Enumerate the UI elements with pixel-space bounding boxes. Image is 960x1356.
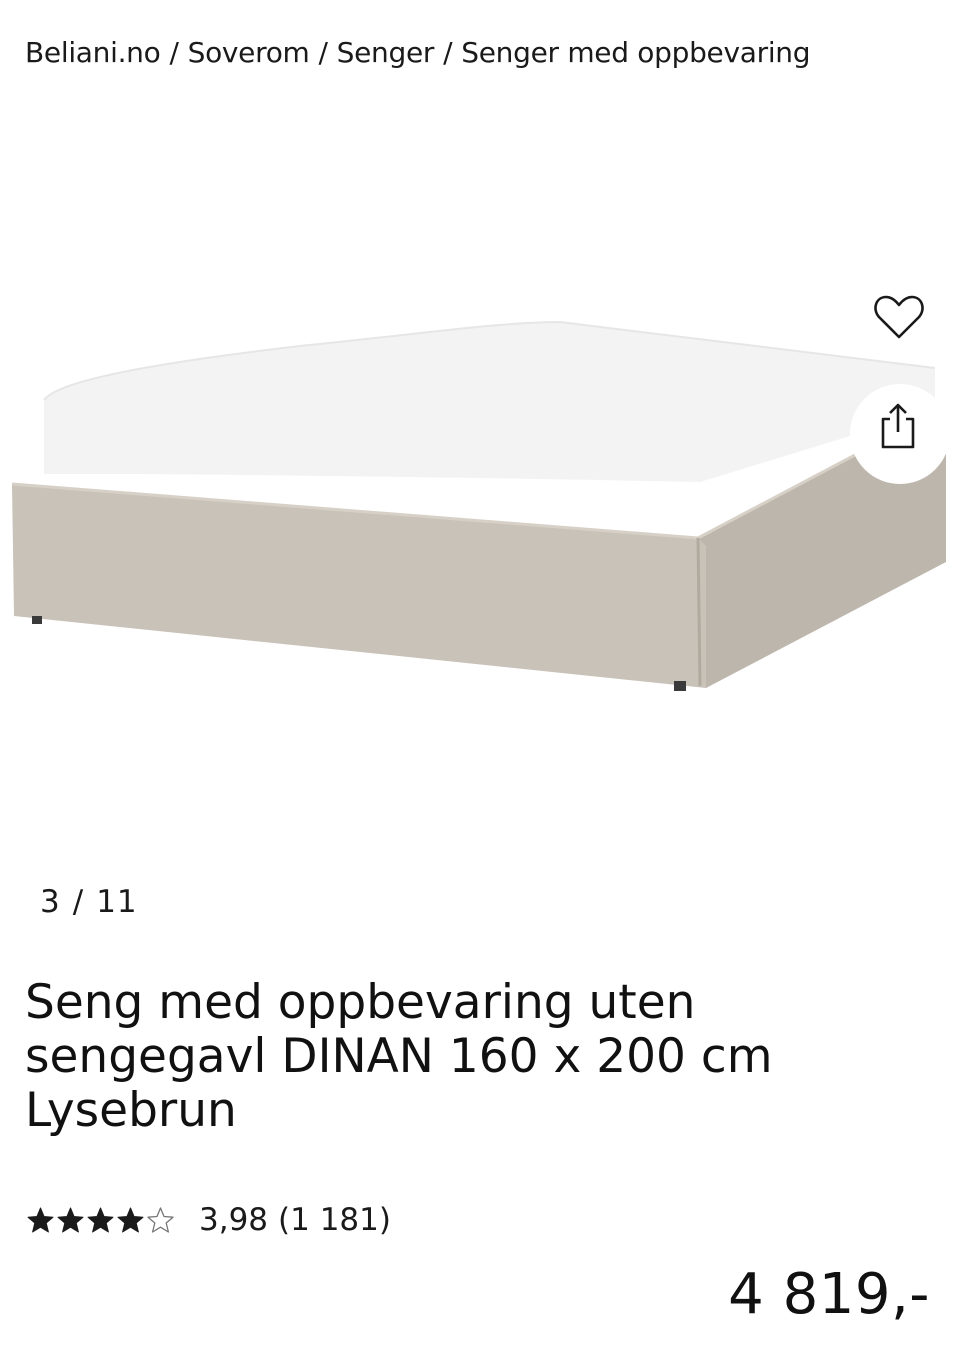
image-counter-total: 11 [96,884,138,920]
rating-count: (1 181) [278,1202,391,1238]
rating-stars [26,1206,175,1235]
breadcrumb-separator: / [318,36,328,69]
share-icon [881,403,915,449]
star-filled-icon [117,1207,144,1232]
star-filled-icon [87,1207,114,1232]
product-title: Seng med oppbevaring uten sengegavl DINA… [25,975,773,1138]
rating-value: 3,98 [199,1202,269,1238]
image-counter-separator: / [72,884,85,920]
breadcrumb-home[interactable]: Beliani.no [25,36,161,69]
heart-outline-icon [874,295,924,339]
product-price: 4 819,- [728,1262,930,1327]
product-image [11,320,946,691]
breadcrumb-beds[interactable]: Senger [337,36,435,69]
star-filled-icon [27,1207,54,1232]
breadcrumb-separator: / [443,36,453,69]
image-counter: 3 / 11 [40,884,138,920]
image-counter-current: 3 [40,884,61,920]
favorite-button[interactable] [868,286,930,348]
breadcrumb-separator: / [169,36,179,69]
product-rating[interactable]: 3,98 (1 181) [26,1198,391,1242]
star-filled-icon [57,1207,84,1232]
product-image-gallery[interactable] [0,110,960,870]
breadcrumb-storage-beds[interactable]: Senger med oppbevaring [461,36,810,69]
star-outline-icon [147,1206,174,1233]
share-button[interactable] [850,384,950,484]
breadcrumb-bedroom[interactable]: Soverom [188,36,310,69]
breadcrumb: Beliani.no / Soverom / Senger / Senger med opp… [25,36,811,69]
